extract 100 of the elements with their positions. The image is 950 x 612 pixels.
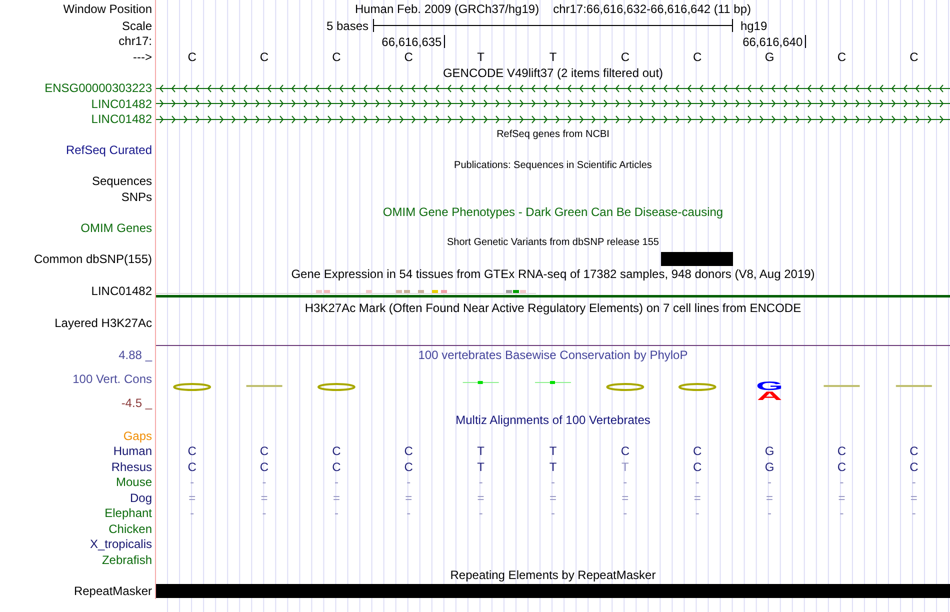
base-letter: G <box>764 50 776 62</box>
alignment-base: - <box>189 507 196 520</box>
track-label: RefSeq Curated <box>66 144 152 156</box>
track-title: Gene Expression in 54 tissues from GTEx RNA-seq of 17382 samples, 948 donors (V8, Aug 2019) <box>291 268 815 280</box>
base-letter: T <box>476 50 486 62</box>
alignment-base: - <box>766 476 773 488</box>
track-title: OMIM Gene Phenotypes - Dark Green Can Be Disease-causing <box>382 206 724 218</box>
track-label: Chicken <box>108 522 152 535</box>
alignment-base: C <box>836 460 848 473</box>
alignment-base: - <box>910 476 917 488</box>
track-label: Rhesus <box>111 460 152 473</box>
alignment-base: C <box>836 445 848 458</box>
alignment-base: T <box>476 445 486 458</box>
position-text: chr17:66,616,632-66,616,642 (11 bp) <box>553 2 752 14</box>
alignment-base: C <box>692 445 703 458</box>
alignment-base: T <box>620 460 630 473</box>
alignment-base: C <box>403 460 414 473</box>
row-label: chr17: <box>118 35 152 47</box>
alignment-base: - <box>910 507 917 520</box>
alignment-base: - <box>550 476 556 488</box>
axis-label: 4.88 _ <box>118 348 152 360</box>
base-letter: C <box>258 50 270 62</box>
alignment-base: = <box>692 492 702 504</box>
alignment-base: C <box>331 445 342 458</box>
alignment-base: C <box>258 460 270 473</box>
alignment-base: - <box>622 507 628 520</box>
track-title: Repeating Elements by RepeatMasker <box>450 569 656 582</box>
track-label: Layered H3K27Ac <box>54 316 152 328</box>
alignment-base: T <box>548 445 558 458</box>
alignment-base: = <box>548 492 558 504</box>
logo-glyph <box>173 382 212 390</box>
row-label: ---> <box>133 50 152 62</box>
track-label: Common dbSNP(155) <box>34 252 152 265</box>
alignment-base: C <box>692 460 703 473</box>
track-label: Mouse <box>116 476 152 488</box>
coordinate-label: 66,616,640 <box>742 34 806 48</box>
track-title: Short Genetic Variants from dbSNP release 155 <box>447 238 659 248</box>
row-label: Window Position <box>63 2 152 14</box>
alignment-base: = <box>404 492 414 504</box>
alignment-base: C <box>620 445 630 458</box>
alignment-base: - <box>838 476 845 488</box>
track-label: Dog <box>130 492 152 504</box>
alignment-base: = <box>260 492 269 504</box>
alignment-base: = <box>332 492 341 504</box>
track-label: Elephant <box>104 507 152 520</box>
track-label: SNPs <box>121 190 152 203</box>
alignment-base: - <box>694 476 700 488</box>
track-title: H3K27Ac Mark (Often Found Near Active Regulatory Elements) on 7 cell lines from ENCODE <box>304 302 802 314</box>
alignment-base: T <box>476 460 486 473</box>
alignment-base: = <box>909 492 918 504</box>
alignment-base: - <box>550 507 556 520</box>
alignment-base: - <box>838 507 845 520</box>
alignment-base: - <box>406 476 412 488</box>
track-title: GENCODE V49lift37 (2 items filtered out) <box>442 66 664 79</box>
base-letter: C <box>331 50 342 62</box>
base-letter: C <box>692 50 703 62</box>
alignment-base: = <box>765 492 774 504</box>
coordinate-label: 66,616,635 <box>382 34 445 48</box>
track-label: Sequences <box>92 175 152 188</box>
track-label: ENSG00000303223 <box>44 82 152 94</box>
logo-glyph <box>317 382 356 390</box>
track-label: Human <box>113 445 152 458</box>
base-letter: C <box>908 50 920 62</box>
scale-assembly: hg19 <box>739 20 768 32</box>
alignment-base: - <box>622 476 628 488</box>
alignment-base: - <box>333 507 340 520</box>
base-letter: T <box>548 50 558 62</box>
alignment-base: C <box>258 445 270 458</box>
base-letter: C <box>403 50 414 62</box>
alignment-base: G <box>764 445 776 458</box>
alignment-base: - <box>478 476 484 488</box>
track-label: LINC01482 <box>91 285 152 297</box>
track-title: Publications: Sequences in Scientific Articles <box>454 160 652 171</box>
alignment-base: - <box>694 507 700 520</box>
logo-glyph <box>462 380 499 384</box>
logo-glyph <box>606 382 644 390</box>
alignment-base: = <box>188 492 197 504</box>
alignment-base: C <box>403 445 414 458</box>
track-label: 100 Vert. Cons <box>72 372 152 384</box>
logo-glyph <box>678 382 716 390</box>
track-label: OMIM Genes <box>80 222 152 234</box>
track-title: Multiz Alignments of 100 Vertebrates <box>456 414 650 426</box>
alignment-base: - <box>333 476 340 488</box>
alignment-base: C <box>908 445 920 458</box>
alignment-base: T <box>548 460 558 473</box>
alignment-base: C <box>186 445 198 458</box>
track-label: LINC01482 <box>91 98 152 110</box>
alignment-base: - <box>766 507 773 520</box>
axis-label: -4.5 _ <box>121 396 152 408</box>
alignment-base: - <box>406 507 412 520</box>
alignment-base: - <box>261 507 268 520</box>
alignment-base: - <box>478 507 484 520</box>
alignment-base: = <box>620 492 630 504</box>
row-label: Scale <box>122 20 152 32</box>
track-label: X_tropicalis <box>90 538 152 550</box>
logo-letter: G <box>756 378 784 392</box>
alignment-base: = <box>837 492 846 504</box>
base-letter: C <box>836 50 848 62</box>
base-letter: C <box>186 50 198 62</box>
track-label: Gaps <box>123 430 152 442</box>
